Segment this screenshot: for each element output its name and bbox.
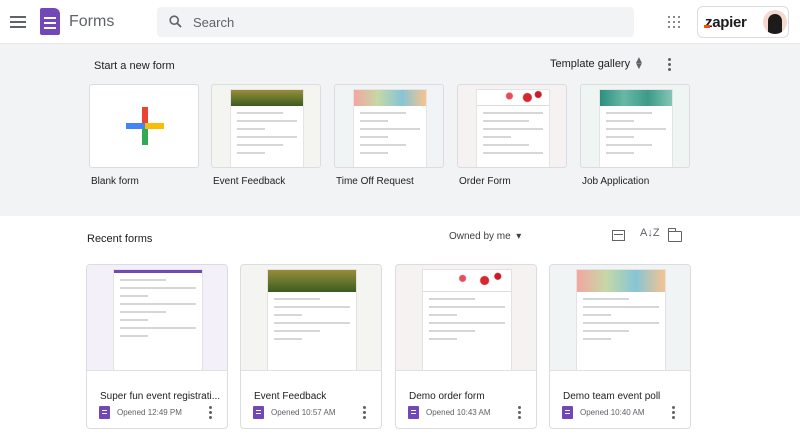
avatar[interactable]	[763, 10, 787, 34]
zapier-logo: zapier	[704, 14, 747, 31]
forms-file-icon	[99, 406, 110, 419]
owner-filter-dropdown[interactable]: Owned by me ▾	[449, 231, 521, 242]
last-opened: Opened 12:49 PM	[117, 408, 182, 417]
recent-form-card[interactable]: Event Feedback Opened 10:57 AM	[240, 264, 382, 429]
form-preview	[267, 269, 357, 370]
forms-file-icon	[562, 406, 573, 419]
template-label: Order Form	[459, 176, 511, 187]
expand-collapse-icon[interactable]: ▲ ▼	[634, 56, 644, 72]
form-preview	[113, 269, 203, 370]
forms-file-icon	[253, 406, 264, 419]
card-title: Event Feedback	[254, 391, 327, 402]
event-feedback-thumbnail[interactable]	[211, 84, 321, 168]
recent-form-card[interactable]: Demo team event poll Opened 10:40 AM	[549, 264, 691, 429]
card-title: Demo order form	[409, 391, 485, 402]
more-options-icon[interactable]	[209, 406, 215, 420]
form-preview	[230, 89, 304, 167]
search-bar[interactable]	[157, 7, 634, 37]
form-preview	[599, 89, 673, 167]
recent-form-card[interactable]: Demo order form Opened 10:43 AM	[395, 264, 537, 429]
template-job-application[interactable]: Job Application	[580, 84, 690, 187]
hamburger-menu-icon[interactable]	[10, 13, 26, 29]
template-time-off-request[interactable]: Time Off Request	[334, 84, 444, 187]
template-label: Time Off Request	[336, 176, 414, 187]
template-label: Blank form	[91, 176, 139, 187]
card-title: Demo team event poll	[563, 391, 661, 402]
form-thumbnail[interactable]	[396, 265, 536, 371]
template-label: Job Application	[582, 176, 650, 187]
template-order-form[interactable]: Order Form	[457, 84, 567, 187]
card-title: Super fun event registrati...	[100, 391, 221, 402]
form-preview	[353, 89, 427, 167]
google-apps-icon[interactable]	[668, 16, 680, 28]
start-new-form-heading: Start a new form	[94, 60, 175, 72]
more-options-icon[interactable]	[668, 58, 674, 72]
top-app-bar: Forms zapier	[0, 0, 800, 44]
more-options-icon[interactable]	[518, 406, 524, 420]
forms-file-icon	[408, 406, 419, 419]
account-switcher[interactable]: zapier	[697, 6, 789, 38]
sort-icon[interactable]: A↓Z	[640, 227, 660, 239]
plus-icon	[126, 107, 164, 145]
form-thumbnail[interactable]	[87, 265, 227, 371]
template-label: Event Feedback	[213, 176, 286, 187]
template-event-feedback[interactable]: Event Feedback	[211, 84, 321, 187]
search-input[interactable]	[193, 7, 613, 37]
form-preview	[422, 269, 512, 370]
recent-forms-heading: Recent forms	[87, 233, 153, 245]
time-off-thumbnail[interactable]	[334, 84, 444, 168]
template-gallery-button[interactable]: Template gallery	[550, 58, 630, 70]
form-preview	[576, 269, 666, 370]
more-options-icon[interactable]	[363, 406, 369, 420]
last-opened: Opened 10:40 AM	[580, 408, 645, 417]
forms-logo-icon[interactable]	[40, 8, 60, 35]
app-title[interactable]: Forms	[69, 13, 114, 31]
job-application-thumbnail[interactable]	[580, 84, 690, 168]
last-opened: Opened 10:57 AM	[271, 408, 336, 417]
form-thumbnail[interactable]	[241, 265, 381, 371]
blank-form-thumbnail[interactable]	[89, 84, 199, 168]
recent-form-card[interactable]: Super fun event registrati... Opened 12:…	[86, 264, 228, 429]
order-form-thumbnail[interactable]	[457, 84, 567, 168]
folder-picker-icon[interactable]	[667, 228, 682, 242]
last-opened: Opened 10:43 AM	[426, 408, 491, 417]
template-blank-form[interactable]: Blank form	[89, 84, 199, 187]
owner-filter-label: Owned by me	[449, 231, 511, 242]
form-preview	[476, 89, 550, 167]
caret-down-icon: ▾	[513, 231, 522, 242]
form-thumbnail[interactable]	[550, 265, 690, 371]
list-view-icon[interactable]	[612, 230, 625, 241]
search-icon[interactable]	[169, 15, 182, 28]
more-options-icon[interactable]	[672, 406, 678, 420]
